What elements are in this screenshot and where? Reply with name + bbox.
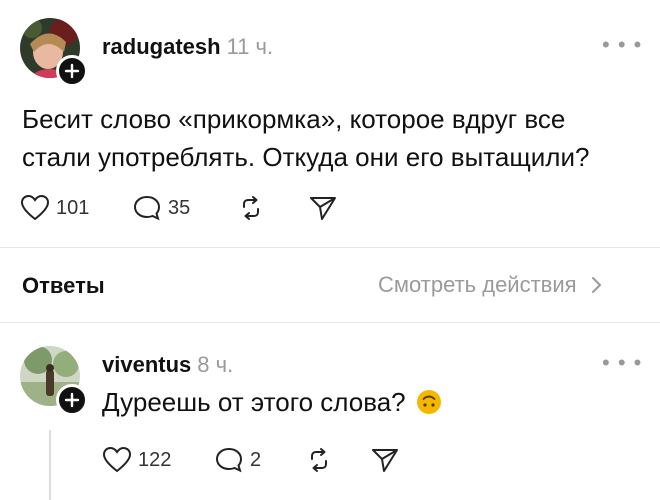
chevron-right-icon — [591, 277, 601, 293]
reply-text: Дуреешь от этого слова? — [102, 383, 442, 421]
upside-down-face-icon — [416, 389, 442, 415]
reply-share-button[interactable] — [370, 446, 400, 474]
post-timestamp: 11 ч. — [226, 34, 274, 59]
comment-count: 35 — [168, 196, 191, 219]
answers-title: Ответы — [22, 273, 105, 298]
reply-repost-button[interactable] — [304, 446, 334, 474]
reply-username[interactable]: viventus — [102, 352, 191, 378]
repost-icon — [243, 196, 259, 220]
comment-button[interactable]: 35 — [132, 194, 190, 222]
view-activity-link[interactable]: Смотреть действия — [378, 272, 607, 298]
thread-line — [49, 430, 51, 500]
reply-timestamp: 8 ч. — [197, 352, 234, 377]
view-activity-label: Смотреть действия — [378, 272, 577, 297]
comment-icon — [215, 447, 243, 473]
like-button[interactable]: 101 — [20, 194, 89, 222]
more-dots-icon[interactable]: • • • — [602, 32, 642, 58]
post-text-line: стали употреблять. Откуда они его вытащи… — [22, 142, 590, 172]
heart-icon — [20, 194, 50, 221]
divider — [0, 247, 660, 248]
divider — [0, 322, 660, 323]
comment-icon — [133, 195, 161, 221]
post-text-line: Бесит слово «прикормка», которое вдруг в… — [22, 104, 566, 134]
follow-plus-icon[interactable] — [56, 384, 88, 416]
like-count: 101 — [56, 196, 90, 219]
post-text: Бесит слово «прикормка», которое вдруг в… — [22, 100, 642, 176]
reply-comment-count: 2 — [250, 448, 262, 471]
reply-like-count: 122 — [138, 448, 172, 471]
send-icon — [310, 197, 336, 220]
reply-like-button[interactable]: 122 — [102, 446, 171, 474]
follow-plus-icon[interactable] — [56, 55, 88, 87]
repost-button[interactable] — [236, 194, 266, 222]
heart-icon — [102, 446, 132, 473]
share-button[interactable] — [308, 194, 338, 222]
more-dots-icon[interactable]: • • • — [602, 350, 642, 376]
reply-text-content: Дуреешь от этого слова? — [102, 387, 406, 417]
post-username[interactable]: radugatesh — [102, 34, 221, 60]
reply-comment-button[interactable]: 2 — [214, 446, 261, 474]
repost-icon — [311, 448, 327, 472]
send-icon — [372, 449, 398, 472]
